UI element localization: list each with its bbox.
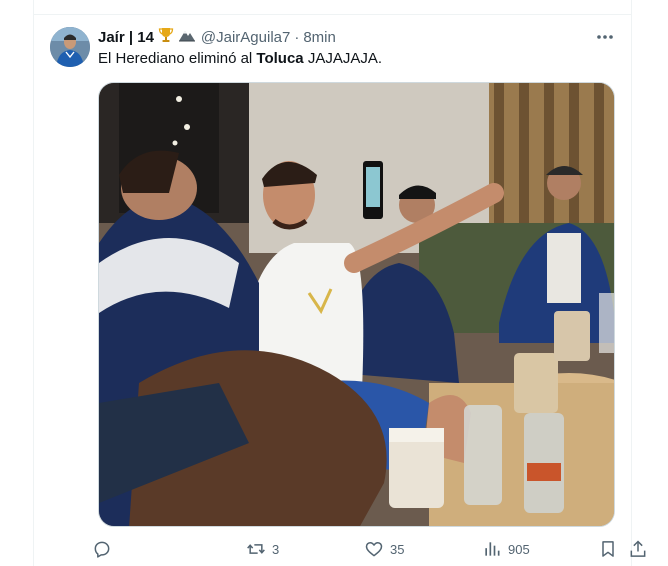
views-chart-icon [482, 539, 502, 559]
share-button[interactable] [628, 536, 648, 562]
tweet-media[interactable] [98, 82, 615, 527]
tweet-header: Jaír | 14 @JairAguila7 · 8min [98, 27, 336, 47]
retweet-button[interactable]: 3 [246, 536, 279, 562]
retweet-icon [246, 539, 266, 559]
tweet-text: El Herediano eliminó al Toluca JAJAJAJA. [98, 49, 382, 69]
trophy-icon [157, 26, 175, 48]
like-count: 35 [390, 541, 405, 557]
bookmark-button[interactable] [598, 536, 618, 562]
action-bar: 3 35 905 [92, 536, 646, 562]
reply-button[interactable] [92, 536, 118, 562]
bookmark-icon [598, 539, 618, 559]
author-name[interactable]: Jaír | 14 [98, 29, 154, 46]
tweet-text-end: JAJAJAJA. [303, 50, 383, 67]
author-handle[interactable]: @JairAguila7 [201, 29, 290, 46]
avatar[interactable] [50, 27, 90, 67]
share-icon [628, 539, 648, 559]
divider [34, 14, 631, 15]
like-button[interactable]: 35 [364, 536, 404, 562]
separator: · [294, 28, 300, 46]
more-dots-icon[interactable] [595, 29, 615, 45]
views-button[interactable]: 905 [482, 536, 530, 562]
timestamp[interactable]: 8min [303, 29, 336, 46]
retweet-count: 3 [272, 541, 280, 557]
media-photo [99, 83, 614, 526]
reply-icon [92, 539, 112, 559]
avatar-image [50, 27, 90, 67]
tweet-text-bold: Toluca [256, 50, 304, 67]
views-count: 905 [508, 541, 530, 557]
heart-icon [364, 539, 384, 559]
tweet-card: Jaír | 14 @JairAguila7 · 8min El Heredia… [33, 0, 646, 566]
tweet-text-start: El Herediano eliminó al [98, 50, 257, 67]
mountain-icon [178, 26, 196, 48]
